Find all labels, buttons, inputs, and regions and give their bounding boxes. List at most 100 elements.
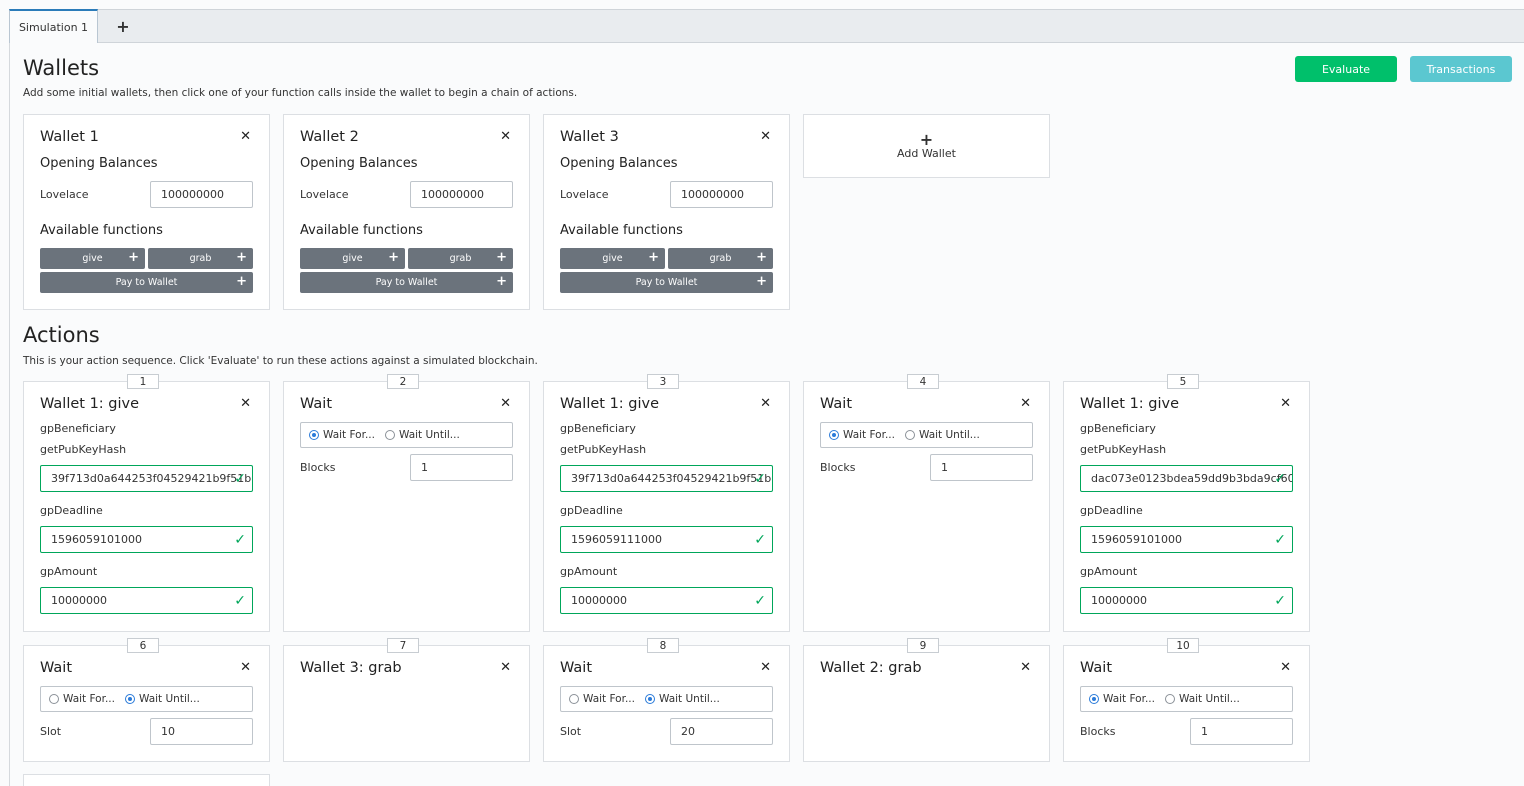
wait-until-radio[interactable] <box>644 694 655 704</box>
pubkey-input[interactable]: dac073e0123bdea59dd9b3bda9cf6037 ✓ <box>1080 465 1293 492</box>
blocks-input[interactable]: 1 <box>1190 718 1293 745</box>
wait-until-radio[interactable] <box>384 430 395 440</box>
blocks-input[interactable]: 1 <box>410 454 513 481</box>
blocks-input[interactable]: 1 <box>930 454 1033 481</box>
function-give-button[interactable]: give + <box>560 248 665 269</box>
wait-for-radio[interactable] <box>309 430 319 440</box>
action-title: Wait <box>40 660 73 676</box>
function-grab-button[interactable]: grab + <box>148 248 253 269</box>
check-icon: ✓ <box>754 532 766 548</box>
action-title: Wait <box>560 660 593 676</box>
wallet-card: Wallet 1 ✕ Opening Balances Lovelace 100… <box>23 114 270 310</box>
wait-until-label: Wait Until... <box>1178 693 1240 705</box>
wait-until-radio[interactable] <box>1164 694 1175 704</box>
amount-input[interactable]: 10000000 ✓ <box>560 587 773 614</box>
deadline-input[interactable]: 1596059111000 ✓ <box>560 526 773 553</box>
function-give-button[interactable]: give + <box>40 248 145 269</box>
add-wallet-label: Add Wallet <box>897 146 956 160</box>
wallet-title: Wallet 2 <box>300 129 359 145</box>
wallets-subtitle: Add some initial wallets, then click one… <box>23 87 578 99</box>
close-icon[interactable]: ✕ <box>500 396 511 411</box>
pubkey-input[interactable]: 39f713d0a644253f04529421b9f51b9b ✓ <box>40 465 253 492</box>
action-index-badge: 3 <box>647 374 679 389</box>
close-icon[interactable]: ✕ <box>760 660 771 675</box>
function-label: grab <box>709 253 732 264</box>
amount-value: 10000000 <box>51 594 107 607</box>
function-label: grab <box>189 253 212 264</box>
amount-value: 10000000 <box>571 594 627 607</box>
beneficiary-label: gpBeneficiary <box>1080 422 1156 435</box>
slot-input[interactable]: 20 <box>670 718 773 745</box>
left-divider <box>9 43 10 786</box>
action-index-badge: 7 <box>387 638 419 653</box>
function-pay-to-wallet-button[interactable]: Pay to Wallet + <box>560 272 773 293</box>
amount-label: gpAmount <box>560 565 618 578</box>
deadline-input[interactable]: 1596059101000 ✓ <box>1080 526 1293 553</box>
pubkey-label: getPubKeyHash <box>560 443 647 456</box>
function-pay-to-wallet-button[interactable]: Pay to Wallet + <box>40 272 253 293</box>
wait-for-radio[interactable] <box>829 430 839 440</box>
wait-for-radio[interactable] <box>1089 694 1099 704</box>
available-functions-label: Available functions <box>300 223 423 238</box>
blocks-label: Blocks <box>300 461 336 474</box>
close-icon[interactable]: ✕ <box>240 129 251 144</box>
actions-subtitle: This is your action sequence. Click 'Eva… <box>23 355 538 367</box>
wait-for-radio[interactable] <box>569 694 579 704</box>
function-give-button[interactable]: give + <box>300 248 405 269</box>
pubkey-label: getPubKeyHash <box>40 443 127 456</box>
slot-input[interactable]: 10 <box>150 718 253 745</box>
deadline-input[interactable]: 1596059101000 ✓ <box>40 526 253 553</box>
plus-icon: + <box>919 129 934 149</box>
lovelace-label: Lovelace <box>40 188 89 201</box>
wait-until-radio[interactable] <box>124 694 135 704</box>
close-icon[interactable]: ✕ <box>1280 660 1291 675</box>
plus-icon: + <box>116 16 130 36</box>
balance-input[interactable]: 100000000 <box>150 181 253 208</box>
close-icon[interactable]: ✕ <box>1280 396 1291 411</box>
action-title: Wallet 3: grab <box>300 660 402 676</box>
check-icon: ✓ <box>234 593 246 609</box>
amount-input[interactable]: 10000000 ✓ <box>40 587 253 614</box>
close-icon[interactable]: ✕ <box>1020 396 1031 411</box>
wait-until-radio[interactable] <box>904 430 915 440</box>
wait-for-radio[interactable] <box>49 694 59 704</box>
tab-bar <box>9 9 1524 43</box>
function-pay-to-wallet-button[interactable]: Pay to Wallet + <box>300 272 513 293</box>
beneficiary-label: gpBeneficiary <box>560 422 636 435</box>
balance-input[interactable]: 100000000 <box>410 181 513 208</box>
evaluate-button[interactable]: Evaluate <box>1295 56 1397 82</box>
opening-balances-label: Opening Balances <box>560 156 678 171</box>
balance-input[interactable]: 100000000 <box>670 181 773 208</box>
close-icon[interactable]: ✕ <box>500 129 511 144</box>
plus-icon: + <box>496 250 507 265</box>
add-tab-button[interactable]: + <box>108 9 138 43</box>
close-icon[interactable]: ✕ <box>240 396 251 411</box>
action-card-grab: 7 Wallet 3: grab ✕ <box>283 638 530 762</box>
check-icon: ✓ <box>234 471 246 487</box>
amount-input[interactable]: 10000000 ✓ <box>1080 587 1293 614</box>
close-icon[interactable]: ✕ <box>760 129 771 144</box>
add-wallet-button[interactable]: + Add Wallet <box>803 114 1050 178</box>
close-icon[interactable]: ✕ <box>760 396 771 411</box>
function-grab-button[interactable]: grab + <box>408 248 513 269</box>
slot-label: Slot <box>560 725 582 738</box>
close-icon[interactable]: ✕ <box>1020 660 1031 675</box>
tab-simulation-1[interactable]: Simulation 1 <box>9 9 98 43</box>
close-icon[interactable]: ✕ <box>500 660 511 675</box>
action-card-wait: 4 Wait ✕ Wait For... Wait Until... Block… <box>803 374 1050 632</box>
function-label: give <box>82 253 103 264</box>
function-label: grab <box>449 253 472 264</box>
deadline-label: gpDeadline <box>560 504 623 517</box>
pubkey-input[interactable]: 39f713d0a644253f04529421b9f51b9b ✓ <box>560 465 773 492</box>
function-grab-button[interactable]: grab + <box>668 248 773 269</box>
wait-until-label: Wait Until... <box>918 429 980 441</box>
close-icon[interactable]: ✕ <box>240 660 251 675</box>
deadline-value: 1596059101000 <box>1091 533 1182 546</box>
deadline-value: 1596059111000 <box>571 533 662 546</box>
action-index-badge: 5 <box>1167 374 1199 389</box>
transactions-button[interactable]: Transactions <box>1410 56 1512 82</box>
action-index-badge: 10 <box>1167 638 1199 653</box>
available-functions-label: Available functions <box>40 223 163 238</box>
wallet-card: Wallet 2 ✕ Opening Balances Lovelace 100… <box>283 114 530 310</box>
wait-mode-radio-group: Wait For... Wait Until... <box>300 422 513 448</box>
